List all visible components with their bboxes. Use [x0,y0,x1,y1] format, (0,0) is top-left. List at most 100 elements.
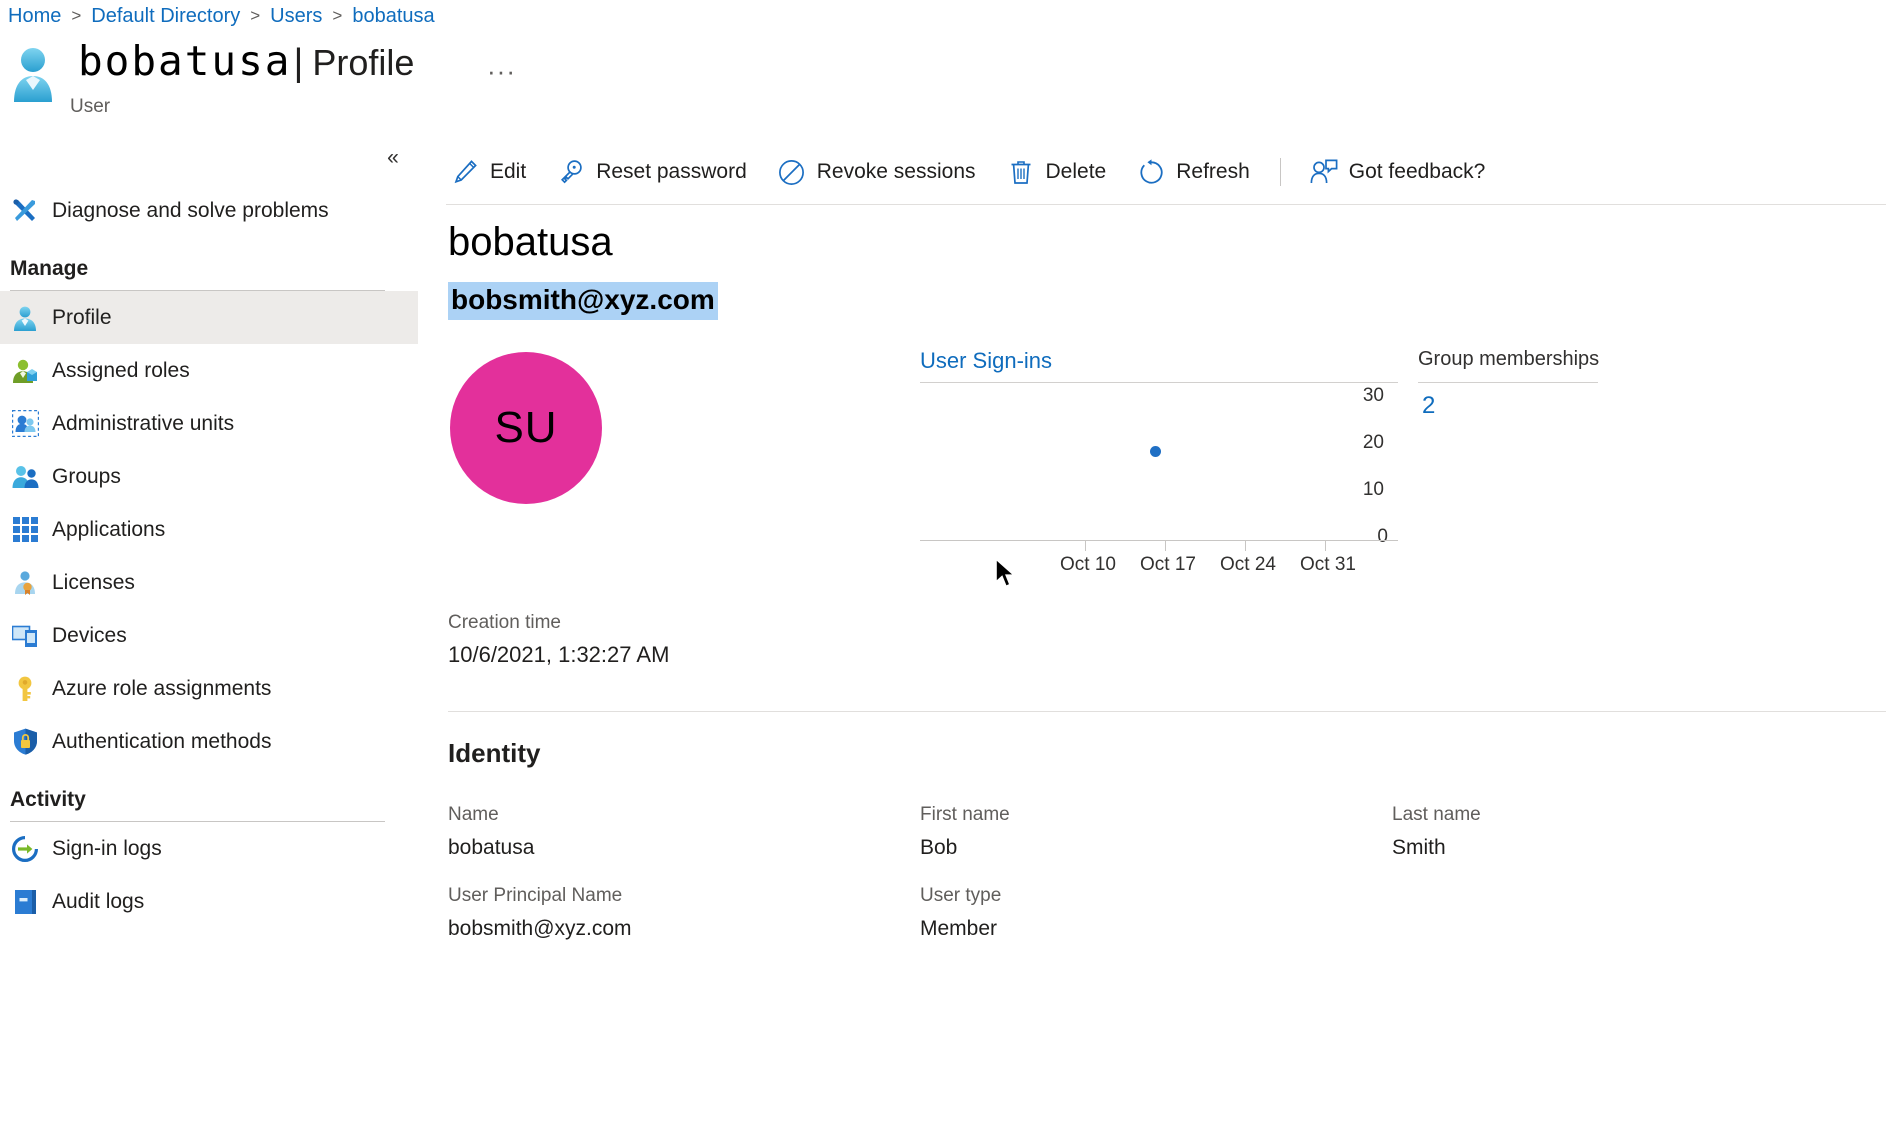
sidebar-item-authentication-methods[interactable]: Authentication methods [0,715,418,768]
content-pane: Edit Reset password Revoke sessions [418,136,1886,1130]
breadcrumb-item-home[interactable]: Home [8,5,61,28]
field-label: User Principal Name [448,885,868,907]
sidebar-item-azure-role-assignments[interactable]: Azure role assignments [0,662,418,715]
revoke-sessions-button[interactable]: Revoke sessions [777,157,976,187]
trash-icon [1006,157,1036,187]
reset-password-button[interactable]: Reset password [556,157,747,187]
identity-field-user-type: User type Member [920,885,1340,941]
sidebar-item-devices[interactable]: Devices [0,609,418,662]
signins-chart: 30 20 10 0 Oct 10 Oct 17 Oct 24 Oct 31 [920,392,1398,568]
sidebar-section-manage: Manage [0,257,418,281]
pencil-icon [450,157,480,187]
resource-type-label: User [70,96,110,118]
sidebar-item-label: Devices [52,624,127,648]
field-label: First name [920,804,1340,826]
sidebar-item-label: Authentication methods [52,730,271,754]
refresh-button[interactable]: Refresh [1136,157,1250,187]
sidebar-item-diagnose-and-solve-problems[interactable]: Diagnose and solve problems [0,184,418,237]
wrench-screwdriver-icon [10,196,40,226]
sidebar-item-label: Azure role assignments [52,677,271,701]
group-memberships-count-link[interactable]: 2 [1422,392,1435,420]
command-label: Edit [490,160,526,184]
sidebar: « Diagnose and solve problems Manage [0,136,418,1130]
field-label: Name [448,804,868,826]
sidebar-item-label: Profile [52,306,112,330]
book-icon [10,887,40,917]
identity-field-first-name: First name Bob [920,804,1340,860]
person-role-icon [10,356,40,386]
creation-time-label: Creation time [448,612,561,634]
sidebar-item-label: Sign-in logs [52,837,162,861]
key-icon [10,674,40,704]
x-axis-tick-label: Oct 10 [1060,554,1116,576]
collapse-sidebar-button[interactable]: « [378,144,408,172]
command-label: Refresh [1176,160,1250,184]
sidebar-item-label: Administrative units [52,412,234,436]
field-value: Smith [1392,836,1812,860]
breadcrumb-item-default-directory[interactable]: Default Directory [91,5,240,28]
person-icon [10,303,40,333]
creation-time-value: 10/6/2021, 1:32:27 AM [448,642,669,668]
x-axis-line [920,540,1398,541]
devices-icon [10,621,40,651]
group-memberships-card: Group memberships 2 [1418,348,1598,371]
sidebar-item-administrative-units[interactable]: Administrative units [0,397,418,450]
command-label: Delete [1046,160,1107,184]
page-title-resource: bobatusa [78,40,291,83]
chart-data-point[interactable] [1150,446,1161,457]
card-divider [1418,382,1598,383]
applications-grid-icon [10,515,40,545]
chart-plot-area [1006,392,1398,540]
user-signins-title-link[interactable]: User Sign-ins [920,348,1052,374]
sidebar-item-assigned-roles[interactable]: Assigned roles [0,344,418,397]
identity-section-heading: Identity [448,738,540,769]
got-feedback-button[interactable]: Got feedback? [1309,157,1486,187]
feedback-person-icon [1309,157,1339,187]
field-label: Last name [1392,804,1812,826]
delete-button[interactable]: Delete [1006,157,1107,187]
user-display-name: bobatusa [448,220,613,265]
identity-field-user-principal-name: User Principal Name bobsmith@xyz.com [448,885,868,941]
page-title-section: Profile [312,42,414,84]
identity-field-last-name: Last name Smith [1392,804,1812,860]
command-bar: Edit Reset password Revoke sessions [418,144,1515,200]
sidebar-item-profile[interactable]: Profile [0,291,418,344]
breadcrumb: Home > Default Directory > Users > bobat… [8,0,435,32]
command-bar-divider-line [446,204,1886,205]
x-axis-tick-mark [1165,541,1166,551]
command-label: Reset password [596,160,747,184]
block-circle-icon [777,157,807,187]
user-avatar-icon [10,46,56,102]
sidebar-item-applications[interactable]: Applications [0,503,418,556]
page-title-divider: | [293,42,303,85]
sidebar-item-audit-logs[interactable]: Audit logs [0,875,418,928]
refresh-icon [1136,157,1166,187]
user-email-selected[interactable]: bobsmith@xyz.com [448,282,718,320]
edit-button[interactable]: Edit [450,157,526,187]
section-divider [448,711,1886,712]
administrative-units-icon [10,409,40,439]
field-value: bobatusa [448,836,868,860]
breadcrumb-item-bobatusa[interactable]: bobatusa [352,5,434,28]
sidebar-section-activity: Activity [0,788,418,812]
license-badge-icon [10,568,40,598]
x-axis-tick-label: Oct 31 [1300,554,1356,576]
field-value: Bob [920,836,1340,860]
user-avatar-initials: SU [450,352,602,504]
sidebar-item-label: Groups [52,465,121,489]
sidebar-item-label: Diagnose and solve problems [52,199,329,223]
sidebar-item-label: Audit logs [52,890,144,914]
key-icon [556,157,586,187]
command-label: Got feedback? [1349,160,1486,184]
sidebar-item-licenses[interactable]: Licenses [0,556,418,609]
sidebar-item-label: Applications [52,518,165,542]
identity-field-name: Name bobatusa [448,804,868,860]
sidebar-item-sign-in-logs[interactable]: Sign-in logs [0,822,418,875]
shield-lock-icon [10,727,40,757]
breadcrumb-item-users[interactable]: Users [270,5,322,28]
x-axis-tick-mark [1325,541,1326,551]
sidebar-item-groups[interactable]: Groups [0,450,418,503]
more-options-icon[interactable]: ··· [487,58,516,84]
field-value: bobsmith@xyz.com [448,917,868,941]
breadcrumb-separator-icon: > [332,6,342,26]
